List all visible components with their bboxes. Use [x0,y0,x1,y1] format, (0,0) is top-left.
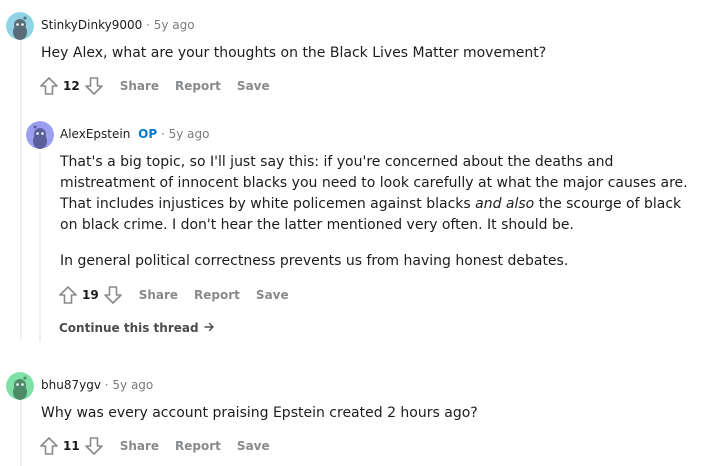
comment-body: That's a big topic, so I'll just say thi… [60,152,700,272]
comment-meta: StinkyDinky9000 · 5y ago [41,18,195,32]
username-link[interactable]: bhu87ygv [41,378,101,392]
username-link[interactable]: StinkyDinky9000 [41,18,142,32]
arrow-right-icon [204,322,214,332]
downvote-icon[interactable] [84,436,104,456]
thread-line[interactable] [20,400,22,466]
vote-group: 12 [39,76,104,96]
username-link[interactable]: AlexEpstein [60,127,130,141]
snoo-avatar-icon [6,372,34,400]
vote-group: 11 [39,436,104,456]
snoo-avatar-icon [6,12,34,40]
vote-score: 12 [63,79,80,93]
share-button[interactable]: Share [139,288,178,302]
comment-meta: AlexEpstein OP · 5y ago [60,127,209,141]
timestamp[interactable]: 5y ago [112,378,153,392]
upvote-icon[interactable] [58,285,78,305]
avatar[interactable] [6,12,34,40]
share-button[interactable]: Share [120,439,159,453]
share-button[interactable]: Share [120,79,159,93]
emphasis-text: and also [475,196,535,212]
thread-line[interactable] [20,40,22,340]
upvote-icon[interactable] [39,436,59,456]
thread-line[interactable] [39,152,41,342]
report-button[interactable]: Report [194,288,240,302]
timestamp[interactable]: 5y ago [154,18,195,32]
upvote-icon[interactable] [39,76,59,96]
vote-score: 11 [63,439,80,453]
meta-separator: · [146,18,150,32]
report-button[interactable]: Report [175,439,221,453]
comment-paragraph: Hey Alex, what are your thoughts on the … [41,45,547,61]
comment-body: Why was every account praising Epstein c… [41,403,701,424]
comment-body: Hey Alex, what are your thoughts on the … [41,43,701,64]
meta-separator: · [160,127,165,141]
comment-paragraph: Why was every account praising Epstein c… [41,405,478,421]
vote-score: 19 [82,288,99,302]
continue-thread-link[interactable]: Continue this thread [59,321,215,335]
timestamp[interactable]: 5y ago [169,127,210,141]
avatar[interactable] [26,121,54,149]
save-button[interactable]: Save [237,439,270,453]
op-badge: OP [138,127,158,141]
continue-thread-label: Continue this thread [59,321,199,335]
comment-paragraph: In general political correctness prevent… [60,253,569,269]
comment-meta: bhu87ygv · 5y ago [41,378,153,392]
downvote-icon[interactable] [84,76,104,96]
avatar[interactable] [6,372,34,400]
save-button[interactable]: Save [256,288,289,302]
meta-separator: · [104,378,109,392]
comment-actions: 11 Share Report Save [39,435,270,457]
snoo-avatar-icon [26,121,54,149]
comment-paragraph: That's a big topic, so I'll just say thi… [60,152,700,236]
comment-actions: 19 Share Report Save [58,284,289,306]
downvote-icon[interactable] [103,285,123,305]
comment-actions: 12 Share Report Save [39,75,270,97]
vote-group: 19 [58,285,123,305]
report-button[interactable]: Report [175,79,221,93]
save-button[interactable]: Save [237,79,270,93]
